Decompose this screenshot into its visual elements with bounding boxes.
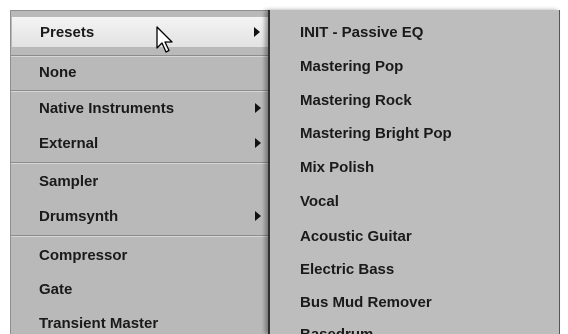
menu-item-sampler[interactable]: Sampler (11, 166, 269, 196)
menu-item-transient-master[interactable]: Transient Master (11, 308, 269, 334)
submenu-item-label: Acoustic Guitar (300, 227, 412, 245)
menu-item-none[interactable]: None (11, 57, 269, 87)
submenu-item-label: Mix Polish (300, 158, 375, 176)
submenu-item[interactable]: Mastering Bright Pop (270, 117, 558, 149)
menu-item-label: Transient Master (39, 314, 159, 332)
submenu-item-label: Bus Mud Remover (300, 293, 432, 311)
submenu-item-label: Mastering Rock (300, 91, 412, 109)
submenu-item-label: INIT - Passive EQ (300, 23, 424, 41)
chevron-right-icon (255, 211, 261, 221)
menu-item-gate[interactable]: Gate (11, 274, 269, 304)
submenu-item[interactable]: Electric Bass (270, 253, 558, 285)
menu-separator (11, 162, 269, 164)
menu-item-external[interactable]: External (11, 128, 269, 158)
submenu-item[interactable]: Vocal (270, 185, 558, 217)
submenu-item-label: Basedrum (300, 325, 374, 334)
context-menu: Presets None Native Instruments External… (0, 0, 568, 334)
menu-item-label: Gate (39, 280, 73, 298)
menu-item-native-instruments[interactable]: Native Instruments (11, 93, 269, 123)
submenu-item[interactable]: Bus Mud Remover (270, 286, 558, 318)
chevron-right-icon (255, 138, 261, 148)
submenu-item-label: Electric Bass (300, 260, 395, 278)
parent-menu: Presets None Native Instruments External… (10, 10, 270, 334)
menu-item-label: External (39, 134, 99, 152)
submenu-item-label: Mastering Pop (300, 57, 404, 75)
menu-item-drumsynth[interactable]: Drumsynth (11, 201, 269, 231)
menu-item-label: Sampler (39, 172, 99, 190)
menu-item-presets[interactable]: Presets (12, 17, 268, 47)
submenu-item[interactable]: INIT - Passive EQ (270, 16, 558, 48)
menu-item-label: Drumsynth (39, 207, 119, 225)
menu-item-label: None (39, 63, 77, 81)
menu-separator (11, 90, 269, 92)
submenu-item[interactable]: Mastering Pop (270, 50, 558, 82)
submenu-item[interactable]: Basedrum (270, 318, 558, 334)
menu-item-compressor[interactable]: Compressor (11, 240, 269, 270)
submenu-item[interactable]: Mix Polish (270, 151, 558, 183)
submenu-item[interactable]: Mastering Rock (270, 84, 558, 116)
submenu-item[interactable]: Acoustic Guitar (270, 220, 558, 252)
menu-item-label: Native Instruments (39, 99, 175, 117)
submenu-item-label: Mastering Bright Pop (300, 124, 452, 142)
submenu-item-label: Vocal (300, 192, 339, 210)
chevron-right-icon (254, 27, 260, 37)
menu-item-label: Compressor (39, 246, 128, 264)
menu-separator (11, 235, 269, 237)
chevron-right-icon (255, 103, 261, 113)
menu-item-label: Presets (40, 23, 95, 41)
presets-submenu: INIT - Passive EQ Mastering Pop Masterin… (268, 10, 560, 334)
